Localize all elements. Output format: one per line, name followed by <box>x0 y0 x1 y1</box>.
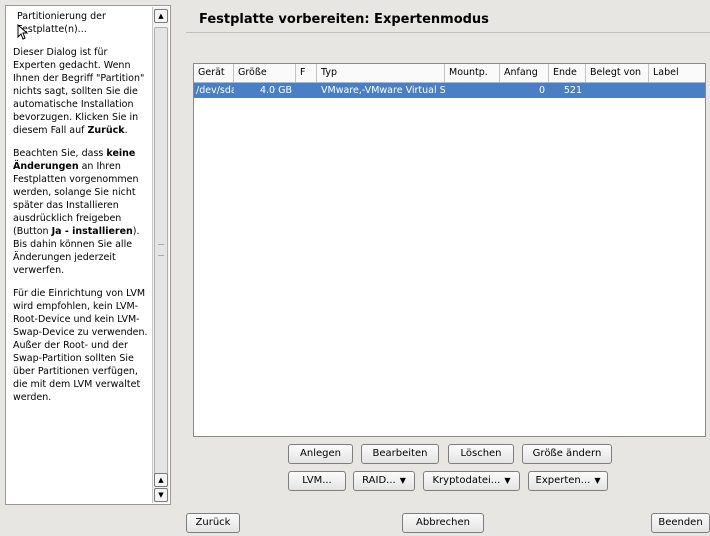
cell-start: 0 <box>538 85 545 96</box>
page-title: Festplatte vorbereiten: Expertenmodus <box>199 12 489 27</box>
expert-button[interactable]: Experten... ▼ <box>528 471 608 491</box>
help-paragraph-2: Beachten Sie, dass keine Änderungen an I… <box>13 148 140 276</box>
column-header-type[interactable]: Typ <box>317 64 445 82</box>
edit-button[interactable]: Bearbeiten <box>361 444 439 464</box>
dropdown-caret-icon: ▼ <box>594 476 601 485</box>
table-row[interactable]: /dev/sda 4.0 GB VMware,-VMware Virtual S… <box>194 83 705 98</box>
help-heading: Partitionierung der Festplatte(n)... <box>17 11 106 35</box>
table-header: Gerät Größe F Typ Mountp. Anfang Ende Be… <box>194 64 705 83</box>
help-text: Partitionierung der Festplatte(n)... Die… <box>6 6 153 504</box>
scroll-up-arrow-icon[interactable]: ▲ <box>154 9 168 23</box>
scroll-up-arrow-icon[interactable]: ▲ <box>154 473 168 487</box>
help-panel: Partitionierung der Festplatte(n)... Die… <box>5 5 171 505</box>
bottom-bar: Zurück Abbrechen Beenden <box>0 507 710 536</box>
create-button[interactable]: Anlegen <box>288 444 353 464</box>
dropdown-caret-icon: ▼ <box>504 476 511 485</box>
mouse-cursor-icon <box>17 24 29 40</box>
column-header-f[interactable]: F <box>296 64 317 82</box>
cell-device: /dev/sda <box>196 85 234 96</box>
raid-button[interactable]: RAID... ▼ <box>353 471 415 491</box>
dropdown-caret-icon: ▼ <box>399 476 406 485</box>
cell-size: 4.0 GB <box>259 85 292 96</box>
column-header-device[interactable]: Gerät <box>194 64 234 82</box>
cell-label <box>649 83 705 98</box>
resize-button[interactable]: Größe ändern <box>522 444 612 464</box>
finish-button[interactable]: Beenden <box>651 513 710 533</box>
lvm-button[interactable]: LVM... <box>288 471 346 491</box>
column-header-mountpoint[interactable]: Mountp. <box>445 64 500 82</box>
help-scrollbar[interactable]: ▲ ▲ ▼ <box>152 7 169 503</box>
scrollbar-thumb[interactable] <box>154 27 168 479</box>
help-paragraph-3: Für die Einrichtung von LVM wird empfohl… <box>13 288 148 403</box>
scroll-down-arrow-icon[interactable]: ▼ <box>154 488 168 502</box>
cell-used-by <box>586 83 649 98</box>
title-divider <box>186 32 710 33</box>
partition-table[interactable]: Gerät Größe F Typ Mountp. Anfang Ende Be… <box>193 63 706 437</box>
cell-f <box>296 83 317 98</box>
crypt-file-button[interactable]: Kryptodatei... ▼ <box>423 471 520 491</box>
column-header-start[interactable]: Anfang <box>500 64 549 82</box>
cell-type: VMware,-VMware Virtual S <box>321 85 445 96</box>
cell-end: 521 <box>563 85 582 96</box>
column-header-size[interactable]: Größe <box>234 64 296 82</box>
back-button[interactable]: Zurück <box>186 513 240 533</box>
column-header-used-by[interactable]: Belegt von <box>586 64 649 82</box>
column-header-label[interactable]: Label <box>649 64 705 82</box>
cell-mountpoint <box>445 83 500 98</box>
help-paragraph-1: Dieser Dialog ist für Experten gedacht. … <box>13 47 145 136</box>
column-header-end[interactable]: Ende <box>549 64 586 82</box>
delete-button[interactable]: Löschen <box>448 444 514 464</box>
abort-button[interactable]: Abbrechen <box>402 513 484 533</box>
